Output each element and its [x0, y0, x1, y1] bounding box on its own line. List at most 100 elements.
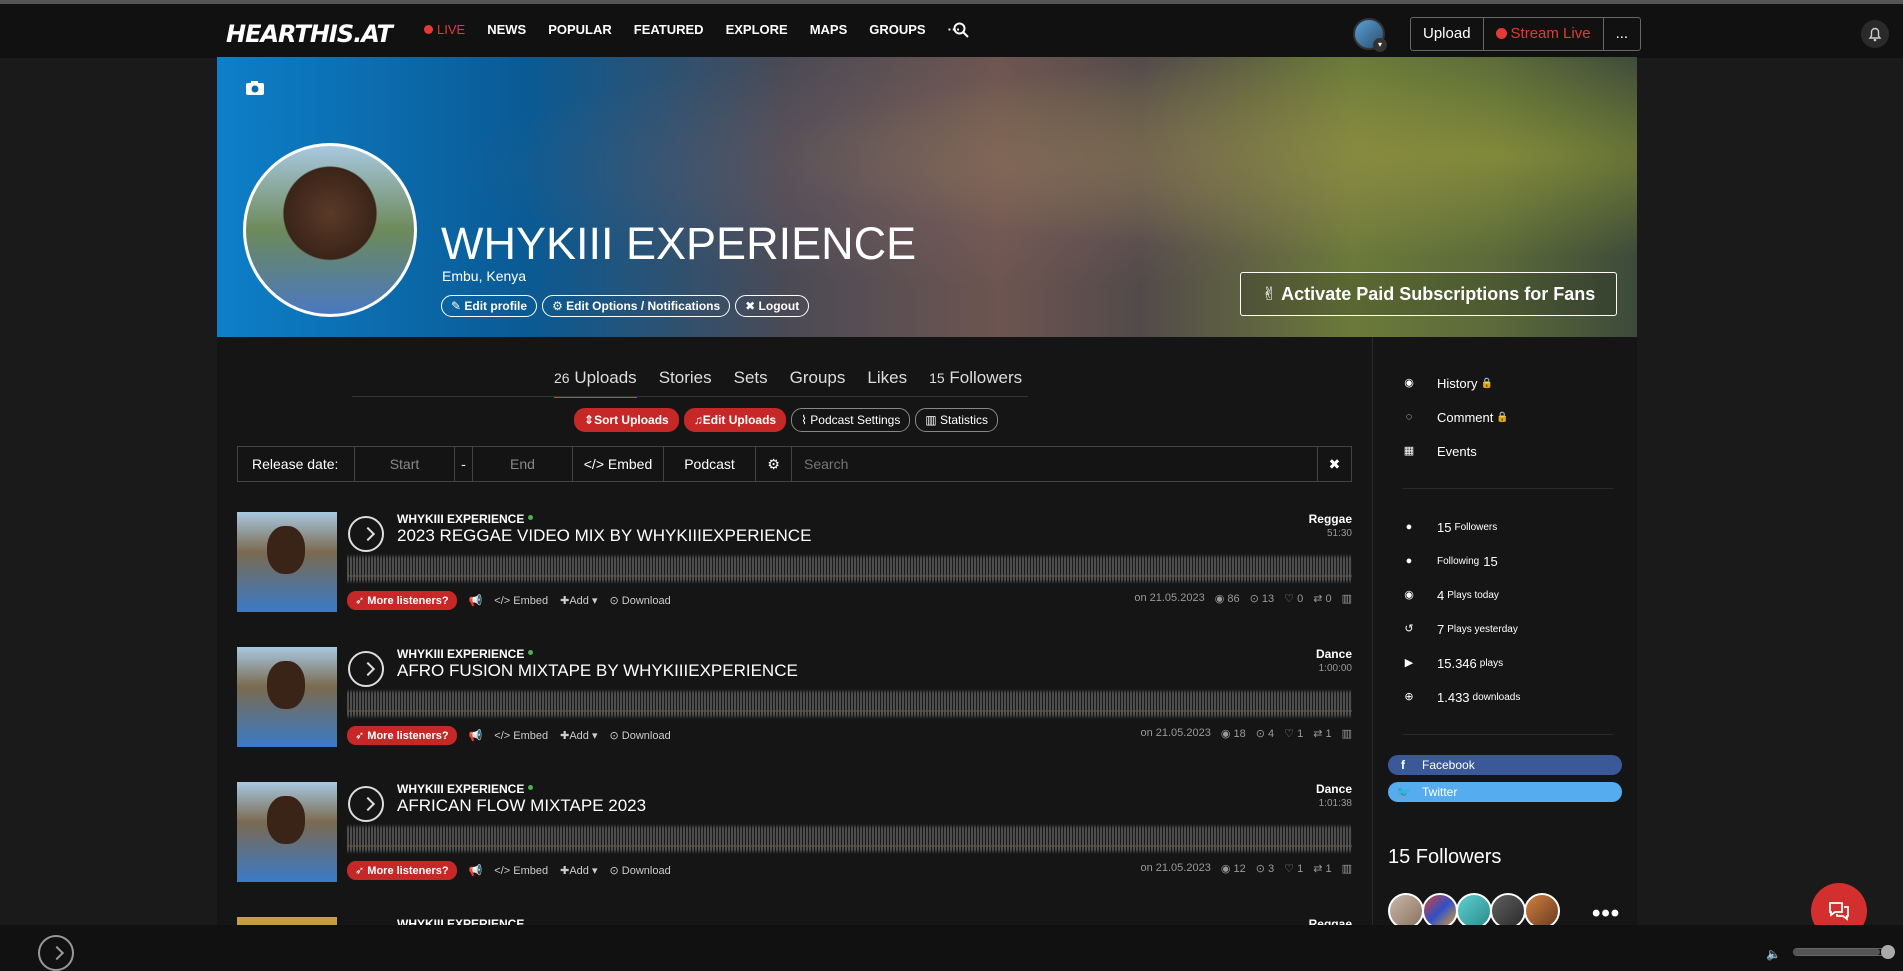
- more-menu-button[interactable]: ...: [1604, 18, 1641, 50]
- facebook-share-button[interactable]: f Facebook: [1388, 755, 1622, 775]
- track-genre[interactable]: Reggae: [1309, 917, 1352, 925]
- nav-featured[interactable]: FEATURED: [634, 22, 704, 37]
- stream-live-button[interactable]: Stream Live: [1484, 18, 1604, 50]
- release-start-input[interactable]: Start: [355, 447, 455, 481]
- embed-filter-button[interactable]: </> Embed: [573, 447, 664, 481]
- repost-button[interactable]: ⇄ 0: [1313, 592, 1331, 605]
- statistics-button[interactable]: ▥ Statistics: [915, 408, 999, 432]
- tab-sets[interactable]: Sets: [734, 368, 768, 398]
- follower-avatar[interactable]: [1524, 893, 1560, 929]
- like-button[interactable]: ♡ 0: [1284, 592, 1303, 605]
- nav-explore[interactable]: EXPLORE: [726, 22, 788, 37]
- clear-search-button[interactable]: ✖: [1317, 447, 1351, 481]
- tab-groups[interactable]: Groups: [790, 368, 846, 398]
- sidebar-item-events[interactable]: ▦ Events: [1403, 434, 1509, 468]
- play-button[interactable]: [348, 516, 384, 552]
- track-genre[interactable]: Reggae: [1309, 512, 1352, 526]
- stat-following[interactable]: ● Following 15: [1403, 544, 1520, 578]
- stats-chart-icon[interactable]: ▥: [1342, 862, 1352, 875]
- search-icon[interactable]: [953, 22, 969, 38]
- more-listeners-button[interactable]: ➶ More listeners?: [347, 726, 457, 745]
- repost-button[interactable]: ⇄ 1: [1313, 727, 1331, 740]
- add-menu-button[interactable]: ✚Add ▾: [560, 594, 597, 607]
- track-artist[interactable]: WHYKIII EXPERIENCE: [397, 647, 534, 661]
- track-artist[interactable]: WHYKIII EXPERIENCE: [397, 512, 534, 526]
- track-genre[interactable]: Dance: [1316, 782, 1352, 796]
- add-menu-button[interactable]: ✚Add ▾: [560, 864, 597, 877]
- download-button[interactable]: ⊙ Download: [610, 729, 671, 742]
- embed-track-button[interactable]: </> Embed: [494, 865, 548, 877]
- release-end-input[interactable]: End: [473, 447, 573, 481]
- track-title[interactable]: 2023 REGGAE VIDEO MIX BY WHYKIIIEXPERIEN…: [397, 526, 811, 546]
- edit-profile-button[interactable]: ✎ Edit profile: [441, 295, 538, 317]
- nav-news[interactable]: NEWS: [487, 22, 526, 37]
- add-menu-button[interactable]: ✚Add ▾: [560, 729, 597, 742]
- nav-popular[interactable]: POPULAR: [548, 22, 612, 37]
- more-listeners-button[interactable]: ➶ More listeners?: [347, 591, 457, 610]
- twitter-share-button[interactable]: 🐦 Twitter: [1388, 782, 1622, 802]
- track-title[interactable]: AFRO FUSION MIXTAPE BY WHYKIIIEXPERIENCE: [397, 661, 798, 681]
- track-title[interactable]: AFRICAN FLOW MIXTAPE 2023: [397, 796, 646, 816]
- volume-slider[interactable]: [1793, 948, 1891, 956]
- tab-likes[interactable]: Likes: [867, 368, 907, 398]
- edit-uploads-button[interactable]: ♫Edit Uploads: [683, 408, 787, 432]
- play-button[interactable]: [348, 786, 384, 822]
- track-artwork[interactable]: [237, 782, 337, 882]
- stats-chart-icon[interactable]: ▥: [1342, 592, 1352, 605]
- follower-avatar[interactable]: [1490, 893, 1526, 929]
- tab-followers[interactable]: 15 Followers: [929, 368, 1022, 398]
- follower-avatar[interactable]: [1388, 893, 1424, 929]
- player-play-button[interactable]: [38, 935, 74, 971]
- play-button[interactable]: [348, 651, 384, 687]
- track-artwork[interactable]: [237, 647, 337, 747]
- podcast-settings-button[interactable]: ⌇ Podcast Settings: [791, 408, 911, 432]
- stats-chart-icon[interactable]: ▥: [1342, 727, 1352, 740]
- follower-avatar[interactable]: [1456, 893, 1492, 929]
- waveform[interactable]: [347, 824, 1352, 854]
- promote-icon[interactable]: 📢: [469, 864, 483, 877]
- sidebar-links: ◉ History 🔒 ◌ Comment 🔒 ▦ Events: [1403, 366, 1509, 468]
- profile-avatar[interactable]: [243, 143, 417, 317]
- site-logo[interactable]: HEARTHIS.AT: [226, 20, 393, 48]
- track-artwork[interactable]: [237, 512, 337, 612]
- nav-groups[interactable]: GROUPS: [869, 22, 925, 37]
- waveform[interactable]: [347, 689, 1352, 719]
- tab-uploads[interactable]: 26 Uploads: [554, 368, 637, 398]
- stat-followers[interactable]: ● 15 Followers: [1403, 510, 1520, 544]
- track-artwork[interactable]: [237, 917, 337, 925]
- volume-icon[interactable]: 🔈: [1766, 947, 1782, 961]
- nav-maps[interactable]: MAPS: [810, 22, 848, 37]
- track-genre[interactable]: Dance: [1316, 647, 1352, 661]
- more-followers-button[interactable]: •••: [1592, 900, 1620, 928]
- embed-track-button[interactable]: </> Embed: [494, 595, 548, 607]
- volume-slider-handle[interactable]: [1881, 945, 1895, 959]
- bell-icon[interactable]: [1861, 20, 1889, 48]
- edit-options-button[interactable]: ⚙ Edit Options / Notifications: [542, 295, 731, 317]
- sort-uploads-button[interactable]: ⇕Sort Uploads: [574, 408, 679, 432]
- track-artist[interactable]: WHYKIII EXPERIENCE: [397, 917, 524, 925]
- user-avatar[interactable]: ▾: [1353, 18, 1387, 52]
- track-artist[interactable]: WHYKIII EXPERIENCE: [397, 782, 534, 796]
- more-listeners-button[interactable]: ➶ More listeners?: [347, 861, 457, 880]
- follower-avatar[interactable]: [1422, 893, 1458, 929]
- promote-icon[interactable]: 📢: [469, 594, 483, 607]
- sidebar-item-history[interactable]: ◉ History 🔒: [1403, 366, 1509, 400]
- activate-paid-subscriptions-button[interactable]: ✌ Activate Paid Subscriptions for Fans: [1240, 272, 1617, 316]
- like-button[interactable]: ♡ 1: [1284, 862, 1303, 875]
- podcast-filter-button[interactable]: Podcast: [664, 447, 756, 481]
- camera-icon[interactable]: [245, 80, 265, 96]
- settings-gear-button[interactable]: ⚙: [756, 447, 792, 481]
- sidebar-item-comment[interactable]: ◌ Comment 🔒: [1403, 400, 1509, 434]
- like-button[interactable]: ♡ 1: [1284, 727, 1303, 740]
- download-button[interactable]: ⊙ Download: [610, 864, 671, 877]
- search-input[interactable]: [792, 447, 1317, 481]
- logout-button[interactable]: ✖ Logout: [735, 295, 810, 317]
- promote-icon[interactable]: 📢: [469, 729, 483, 742]
- tab-stories[interactable]: Stories: [659, 368, 712, 398]
- upload-button[interactable]: Upload: [1411, 18, 1484, 50]
- repost-button[interactable]: ⇄ 1: [1313, 862, 1331, 875]
- waveform[interactable]: [347, 554, 1352, 584]
- nav-live[interactable]: LIVE: [424, 22, 465, 37]
- embed-track-button[interactable]: </> Embed: [494, 730, 548, 742]
- download-button[interactable]: ⊙ Download: [610, 594, 671, 607]
